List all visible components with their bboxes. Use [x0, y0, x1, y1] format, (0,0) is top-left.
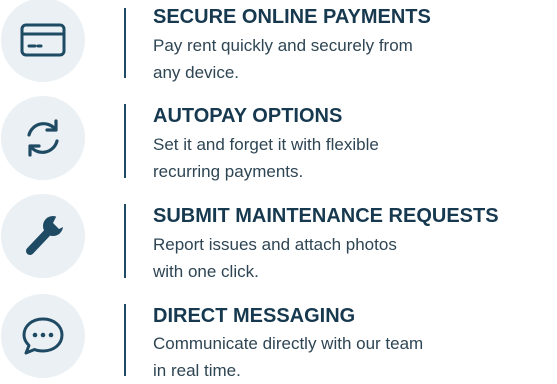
feature-description: Communicate directly with our team in re… — [153, 330, 553, 384]
feature-description-line: Report issues and attach photos — [153, 235, 397, 254]
feature-title: SECURE ONLINE PAYMENTS — [153, 6, 431, 28]
feature-description-line: Pay rent quickly and securely from — [153, 36, 413, 55]
feature-title: SUBMIT MAINTENANCE REQUESTS — [153, 205, 499, 227]
divider — [124, 304, 126, 376]
feature-direct-messaging: DIRECT MESSAGING Communicate directly wi… — [0, 288, 557, 384]
feature-description-line: Set it and forget it with flexible — [153, 135, 379, 154]
feature-description-line: with one click. — [153, 262, 259, 281]
feature-description-line: any device. — [153, 63, 239, 82]
divider — [124, 104, 126, 178]
feature-autopay-options: AUTOPAY OPTIONS Set it and forget it wit… — [0, 96, 557, 192]
refresh-cycle-icon — [1, 96, 85, 180]
feature-description-line: in real time. — [153, 361, 241, 380]
divider — [124, 8, 126, 78]
feature-description-line: recurring payments. — [153, 162, 304, 181]
credit-card-icon — [1, 0, 85, 82]
feature-submit-maintenance-requests: SUBMIT MAINTENANCE REQUESTS Report issue… — [0, 192, 557, 288]
wrench-icon — [1, 194, 85, 278]
feature-description-line: Communicate directly with our team — [153, 334, 424, 353]
feature-description: Report issues and attach photos with one… — [153, 231, 553, 285]
feature-secure-online-payments: SECURE ONLINE PAYMENTS Pay rent quickly … — [0, 0, 557, 96]
divider — [124, 204, 126, 278]
feature-description: Set it and forget it with flexible recur… — [153, 131, 553, 185]
chat-bubble-icon — [1, 294, 85, 378]
feature-title: DIRECT MESSAGING — [153, 305, 356, 327]
feature-description: Pay rent quickly and securely from any d… — [153, 32, 553, 86]
feature-title: AUTOPAY OPTIONS — [153, 105, 343, 127]
